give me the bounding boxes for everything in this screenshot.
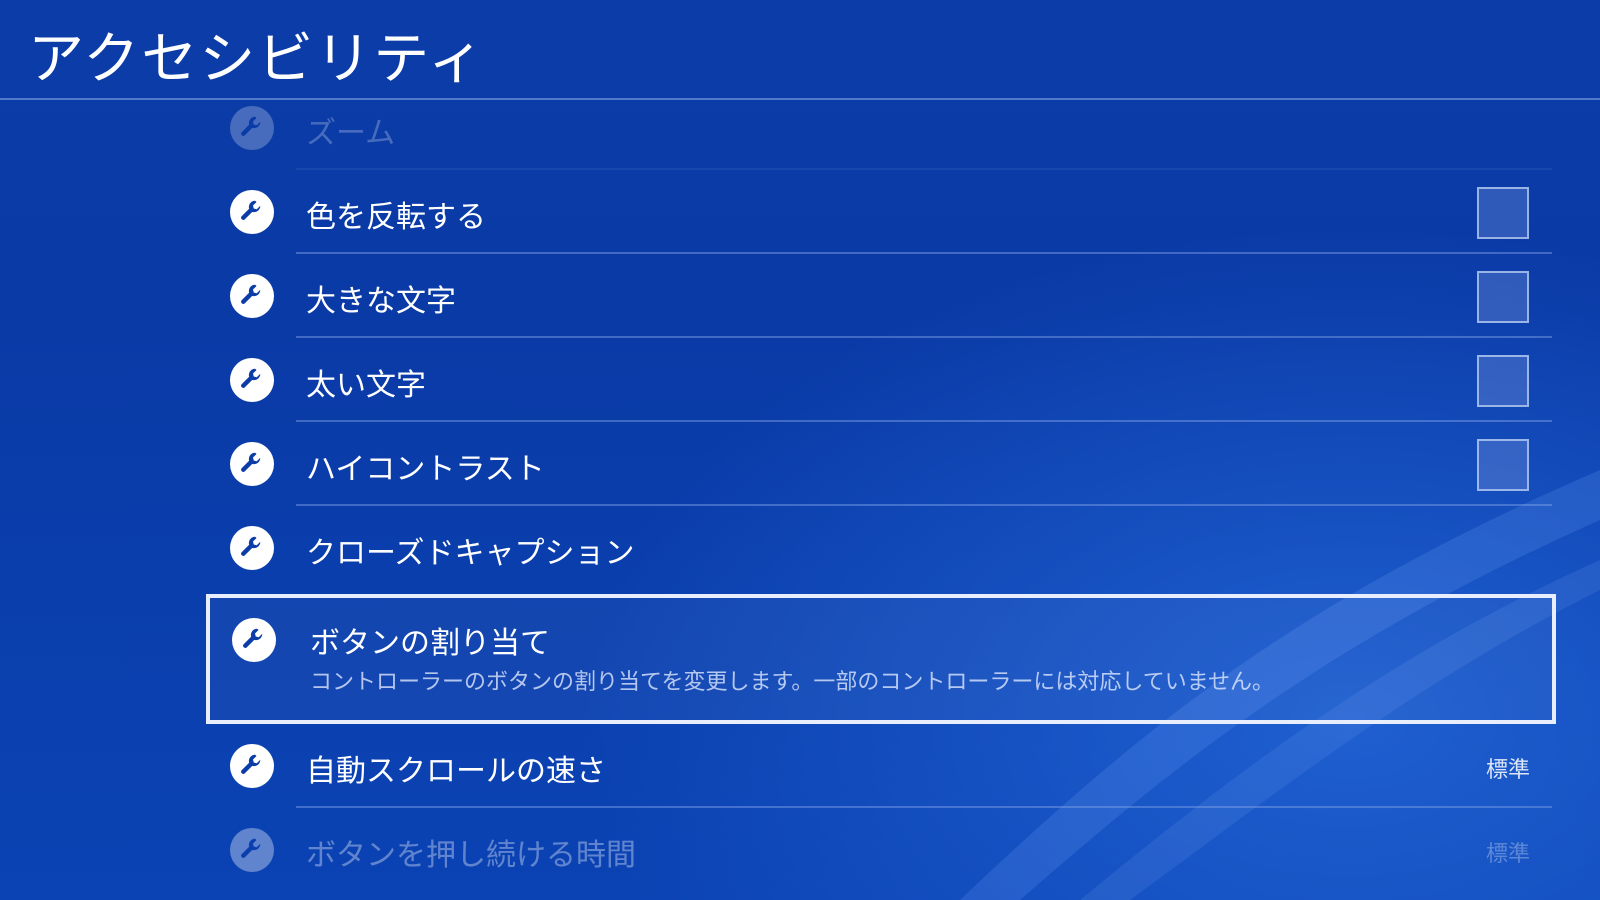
list-item-label: ズーム: [306, 116, 396, 151]
page-title: アクセシビリティ: [28, 27, 486, 92]
list-item-invert-colors[interactable]: 色を反転する: [0, 170, 1600, 254]
list-item-description: コントローラーのボタンの割り当てを変更します。一部のコントローラーには対応してい…: [310, 670, 1275, 695]
list-item-auto-scroll-speed[interactable]: 自動スクロールの速さ 標準: [0, 724, 1600, 808]
wrench-icon: [230, 358, 274, 402]
list-item-label: ボタンの割り当て: [310, 626, 550, 661]
wrench-icon: [232, 618, 276, 662]
wrench-icon: [230, 828, 274, 872]
wrench-icon: [230, 744, 274, 788]
list-item-label: クローズドキャプション: [306, 536, 635, 571]
list-item-label: 自動スクロールの速さ: [306, 754, 606, 789]
header: アクセシビリティ: [0, 0, 1600, 100]
wrench-icon: [230, 106, 274, 150]
wrench-icon: [230, 442, 274, 486]
checkbox[interactable]: [1477, 439, 1529, 491]
wrench-icon: [230, 190, 274, 234]
wrench-icon: [230, 274, 274, 318]
list-item-button-assignments[interactable]: ボタンの割り当て コントローラーのボタンの割り当てを変更します。一部のコントロー…: [206, 594, 1556, 724]
settings-list: ズーム 色を反転する 大きな文字 太い文字 ハイコントラスト クローズドキャプシ…: [0, 100, 1600, 900]
list-item-value: 標準: [1485, 758, 1530, 783]
list-item-press-and-hold-delay[interactable]: ボタンを押し続ける時間 標準: [0, 808, 1600, 892]
checkbox[interactable]: [1477, 187, 1529, 239]
checkbox[interactable]: [1477, 355, 1529, 407]
list-item-label: 大きな文字: [306, 284, 456, 319]
wrench-icon: [230, 526, 274, 570]
list-item-bold-text[interactable]: 太い文字: [0, 338, 1600, 422]
list-item-zoom[interactable]: ズーム: [0, 100, 1600, 170]
list-item-label: 太い文字: [306, 368, 426, 403]
list-item-label: 色を反転する: [306, 200, 486, 235]
list-item-label: ボタンを押し続ける時間: [306, 838, 636, 873]
list-item-value: 標準: [1485, 842, 1530, 867]
list-item-label: ハイコントラスト: [306, 452, 545, 487]
list-item-large-text[interactable]: 大きな文字: [0, 254, 1600, 338]
list-item-closed-captions[interactable]: クローズドキャプション: [0, 506, 1600, 590]
list-item-high-contrast[interactable]: ハイコントラスト: [0, 422, 1600, 506]
checkbox[interactable]: [1477, 271, 1529, 323]
